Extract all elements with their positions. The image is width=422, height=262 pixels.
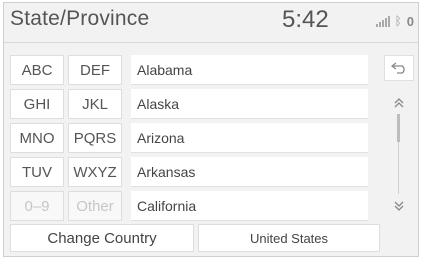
battery-label: 0 bbox=[406, 13, 414, 29]
key-0-9: 0–9 bbox=[10, 191, 64, 221]
back-button[interactable] bbox=[384, 55, 414, 81]
list-item-label: Alabama bbox=[137, 62, 193, 78]
list-item[interactable]: California bbox=[131, 191, 368, 221]
key-def[interactable]: DEF bbox=[68, 55, 122, 85]
key-mno[interactable]: MNO bbox=[10, 123, 64, 153]
scroll-up-icon bbox=[394, 98, 404, 108]
status-area: ᛒ 0 bbox=[375, 13, 414, 29]
key-jkl[interactable]: JKL bbox=[68, 89, 122, 119]
key-abc[interactable]: ABC bbox=[10, 55, 64, 85]
key-tuv[interactable]: TUV bbox=[10, 157, 64, 187]
list-item-label: Arizona bbox=[137, 130, 185, 146]
header-bar: State/Province 5:42 ᛒ 0 bbox=[4, 3, 418, 43]
back-arrow-icon bbox=[391, 62, 405, 74]
list-item-label: Arkansas bbox=[137, 164, 196, 180]
key-pqrs[interactable]: PQRS bbox=[68, 123, 122, 153]
list-item-label: California bbox=[137, 198, 197, 214]
current-country: United States bbox=[198, 224, 380, 252]
list-item[interactable]: Alabama bbox=[131, 55, 368, 85]
state-province-screen: State/Province 5:42 ᛒ 0 ABC DEF GHI JKL … bbox=[3, 2, 419, 257]
clock: 5:42 bbox=[282, 6, 329, 33]
scroll-down-icon bbox=[394, 201, 404, 211]
page-title: State/Province bbox=[10, 7, 150, 30]
scroll-up-button[interactable] bbox=[384, 93, 414, 113]
signal-icon bbox=[375, 15, 390, 27]
key-ghi[interactable]: GHI bbox=[10, 89, 64, 119]
key-wxyz[interactable]: WXYZ bbox=[68, 157, 122, 187]
scrollbar-thumb[interactable] bbox=[397, 114, 400, 142]
bluetooth-icon: ᛒ bbox=[394, 14, 402, 28]
key-other: Other bbox=[68, 191, 122, 221]
list-item[interactable]: Arkansas bbox=[131, 157, 368, 187]
change-country-button[interactable]: Change Country bbox=[10, 224, 194, 252]
list-item[interactable]: Arizona bbox=[131, 123, 368, 153]
list-item[interactable]: Alaska bbox=[131, 89, 368, 119]
scroll-down-button[interactable] bbox=[384, 196, 414, 216]
header-divider bbox=[4, 42, 418, 43]
list-item-label: Alaska bbox=[137, 96, 180, 112]
